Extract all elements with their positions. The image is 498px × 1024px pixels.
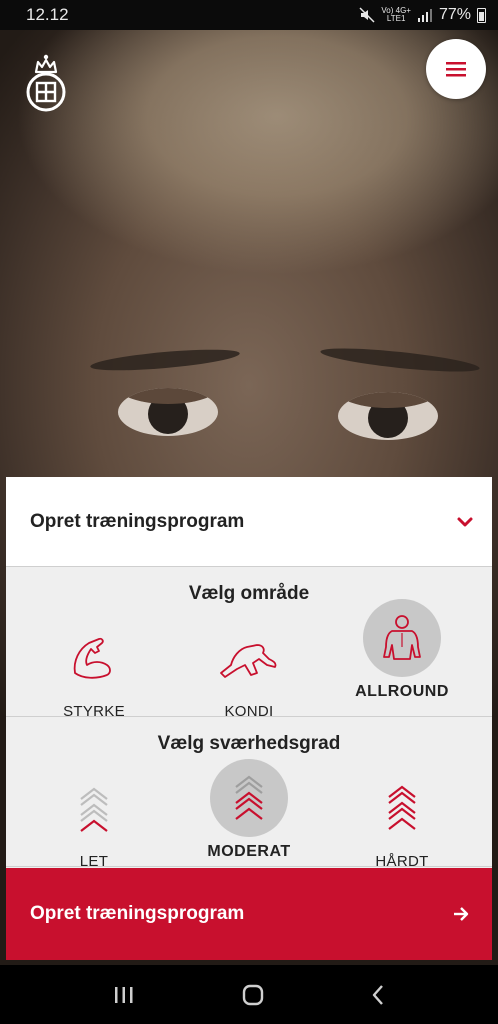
- royal-crest-logo[interactable]: [22, 52, 70, 114]
- home-icon[interactable]: [241, 983, 265, 1007]
- panel-title: Opret træningsprogram: [30, 510, 245, 532]
- area-section: Vælg område STYRKE KONDI ALLROUND: [6, 567, 492, 720]
- difficulty-section: Vælg sværhedsgrad LET MODERAT HÅRDT: [6, 717, 492, 870]
- battery-icon: [477, 7, 486, 23]
- system-nav-bar: [0, 965, 498, 1024]
- area-option-icon-wrap: [55, 619, 133, 697]
- signal-icon: [417, 9, 432, 22]
- status-icons: Vo) 4G+ LTE1 77%: [359, 6, 486, 24]
- difficulty-option-icon-wrap: [363, 769, 441, 847]
- menu-button[interactable]: [426, 39, 486, 99]
- panel-header[interactable]: Opret træningsprogram: [6, 477, 492, 567]
- arrow-right-icon: [454, 907, 469, 921]
- chevron-level-3-icon: [388, 785, 416, 830]
- area-option-icon-wrap: [210, 619, 288, 697]
- difficulty-option-hardt[interactable]: HÅRDT: [327, 769, 477, 870]
- difficulty-option-let[interactable]: LET: [19, 769, 169, 870]
- training-program-panel: Opret træningsprogram Vælg område STYRKE…: [6, 477, 492, 960]
- area-option-kondi[interactable]: KONDI: [174, 619, 324, 720]
- network-indicator: Vo) 4G+ LTE1: [381, 6, 411, 23]
- create-program-button[interactable]: Opret træningsprogram: [6, 868, 492, 960]
- back-icon[interactable]: [370, 983, 386, 1007]
- difficulty-option-moderat[interactable]: MODERAT: [174, 759, 324, 861]
- hero-hair-shape: [0, 30, 498, 350]
- chevron-level-2-icon: [235, 775, 263, 820]
- difficulty-option-icon-wrap: [55, 769, 133, 847]
- status-bar: 12.12 Vo) 4G+ LTE1 77%: [0, 0, 498, 30]
- left-eye-shape: [118, 388, 218, 436]
- area-option-styrke[interactable]: STYRKE: [19, 619, 169, 720]
- area-option-allround[interactable]: ALLROUND: [327, 599, 477, 701]
- area-option-icon-wrap: [363, 599, 441, 677]
- running-legs-icon: [220, 644, 277, 678]
- status-time: 12.12: [26, 5, 69, 24]
- difficulty-option-label: MODERAT: [207, 843, 291, 860]
- body-torso-icon: [383, 615, 421, 660]
- difficulty-title: Vælg sværhedsgrad: [157, 733, 341, 754]
- create-program-label: Opret træningsprogram: [30, 903, 245, 924]
- battery-percent: 77%: [438, 6, 471, 23]
- hamburger-icon: [446, 62, 466, 77]
- difficulty-option-icon-wrap: [210, 759, 288, 837]
- chevron-down-icon[interactable]: [456, 516, 474, 528]
- chevron-level-1-icon: [80, 787, 108, 832]
- mute-icon: [359, 7, 375, 23]
- area-option-label: ALLROUND: [355, 683, 449, 700]
- flexed-arm-icon: [73, 637, 111, 679]
- right-eye-shape: [338, 392, 438, 440]
- recent-apps-icon[interactable]: [112, 985, 136, 1005]
